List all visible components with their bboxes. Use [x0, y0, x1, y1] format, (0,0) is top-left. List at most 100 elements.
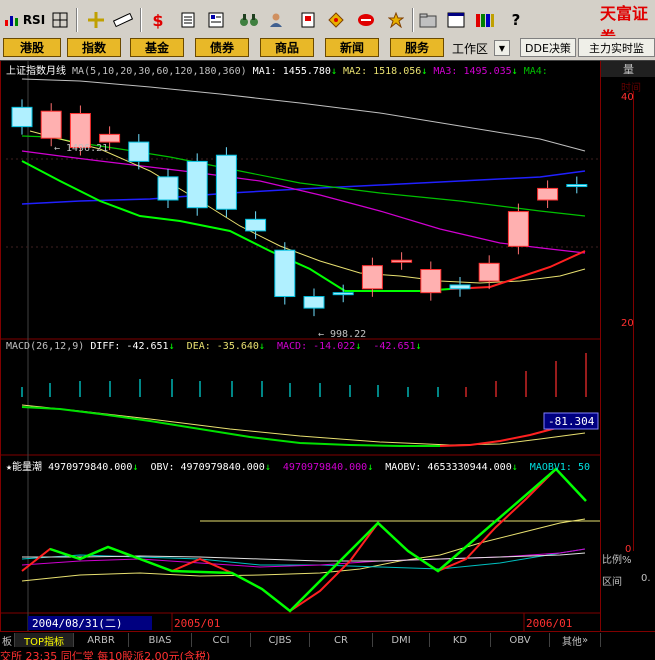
- time-axis-mid: 2005/01: [174, 617, 220, 630]
- nav-fund[interactable]: 基金: [130, 38, 184, 57]
- candle[interactable]: [186, 160, 208, 209]
- obv-title: 能量潮: [12, 462, 43, 473]
- high-marker-value: 1496.21: [66, 143, 108, 154]
- tab-board[interactable]: 板: [0, 633, 15, 648]
- binoculars-icon[interactable]: [238, 9, 260, 31]
- list-icon[interactable]: [206, 9, 226, 31]
- flag-icon[interactable]: [298, 9, 318, 31]
- candle[interactable]: [245, 218, 267, 232]
- macd-value: MACD: -14.022: [277, 341, 356, 352]
- down-arrow-icon: ↓: [330, 66, 337, 77]
- right-panel: 量 时间 40 20 0 比例% 区间 0.: [600, 61, 655, 631]
- candle[interactable]: [128, 141, 150, 162]
- nav-index[interactable]: 指数: [67, 38, 121, 57]
- candle[interactable]: [303, 296, 325, 309]
- ma-params: MA(5,10,20,30,60,120,180,360): [72, 66, 247, 77]
- crosshair-icon[interactable]: [86, 9, 106, 31]
- macd-title: MACD(26,12,9): [6, 341, 85, 352]
- ratio-label: 比例%: [602, 555, 632, 566]
- nav-bar: 港股 指数 基金 债券 商品 新闻 服务 工作区 ▼ DDE决策 主力实时监: [0, 36, 655, 61]
- candle[interactable]: [40, 110, 62, 139]
- macd-diff-green: [21, 406, 440, 447]
- ma1-value: MA1: 1455.780: [252, 66, 331, 77]
- person-icon[interactable]: [266, 9, 286, 31]
- obv-ma-line-magenta: [21, 548, 586, 568]
- rsi-button[interactable]: RSI: [22, 9, 46, 31]
- chevron-right-icon: »: [581, 634, 589, 646]
- ma3-value: MA3: 1495.035: [433, 66, 512, 77]
- tab-other[interactable]: 其他»: [550, 633, 601, 648]
- candle[interactable]: [332, 292, 354, 296]
- ma5-line-red: [449, 250, 586, 290]
- ma-line-magenta: [21, 150, 586, 254]
- down-arrow-icon: ↓: [511, 462, 518, 473]
- dde-decision-button[interactable]: DDE决策: [520, 38, 576, 57]
- candle[interactable]: [537, 187, 559, 201]
- tab-top-indicator[interactable]: TOP指标: [15, 633, 74, 648]
- chart-title: 上证指数月线: [6, 66, 66, 77]
- candle[interactable]: [157, 176, 179, 201]
- obv-line-green: [49, 467, 587, 613]
- candle[interactable]: [420, 269, 442, 294]
- candle[interactable]: [274, 249, 296, 298]
- time-axis-end: 2006/01: [526, 617, 572, 630]
- tab-kd[interactable]: KD: [430, 633, 491, 647]
- candle[interactable]: [449, 284, 471, 290]
- nav-commodity[interactable]: 商品: [260, 38, 314, 57]
- nav-hk-stocks[interactable]: 港股: [3, 38, 61, 57]
- macd-header: MACD(26,12,9) DIFF: -42.651↓, DEA: -35.6…: [6, 341, 428, 352]
- low-marker: ←: [318, 329, 324, 340]
- candle[interactable]: [391, 259, 413, 263]
- nav-bond[interactable]: 债券: [195, 38, 249, 57]
- main-chart-header: 上证指数月线 MA(5,10,20,30,60,120,180,360) MA1…: [6, 62, 548, 77]
- folder-icon[interactable]: [418, 9, 438, 31]
- macd-extra: -42.651: [373, 341, 416, 352]
- dollar-icon[interactable]: $: [148, 9, 168, 31]
- down-arrow-icon: ↓: [168, 341, 175, 352]
- tab-cjbs[interactable]: CJBS: [251, 633, 310, 647]
- ruler-icon[interactable]: [112, 9, 134, 31]
- books-icon[interactable]: [474, 9, 496, 31]
- candle[interactable]: [478, 262, 500, 282]
- macd-dea-line: [21, 404, 586, 446]
- maobv1-value: MAOBV1: 50: [529, 462, 591, 473]
- grid-icon[interactable]: [50, 9, 70, 31]
- candle[interactable]: [507, 211, 529, 247]
- right-panel-header: 量: [601, 61, 655, 77]
- candle[interactable]: [99, 133, 121, 143]
- help-icon[interactable]: ?: [506, 9, 526, 31]
- tab-obv[interactable]: OBV: [491, 633, 550, 647]
- ma-line-blue: [21, 170, 586, 205]
- down-arrow-icon: ↓: [258, 341, 265, 352]
- document-icon[interactable]: [178, 9, 198, 31]
- realtime-monitor-button[interactable]: 主力实时监: [578, 38, 655, 57]
- candle[interactable]: [215, 154, 237, 210]
- down-arrow-icon: ↓: [421, 66, 428, 77]
- candle[interactable]: [361, 265, 383, 290]
- diamond-icon[interactable]: [326, 9, 346, 31]
- tab-bias[interactable]: BIAS: [129, 633, 192, 647]
- toolbar-separator: [412, 8, 414, 32]
- down-arrow-icon: ↓: [264, 462, 271, 473]
- speech-icon[interactable]: [356, 9, 376, 31]
- obv-header: ★能量潮 4970979840.000↓, OBV: 4970979840.00…: [6, 462, 591, 473]
- window-icon[interactable]: [446, 9, 466, 31]
- workarea-dropdown-icon[interactable]: ▼: [494, 40, 510, 56]
- down-arrow-icon: ↓: [367, 462, 374, 473]
- tab-arbr[interactable]: ARBR: [74, 633, 129, 647]
- chart-area[interactable]: ← 1496.21 ← 998.22 -81.304 2004/08/31(二)…: [0, 61, 655, 631]
- down-arrow-icon: ↓: [511, 66, 518, 77]
- low-marker-value: 998.22: [330, 329, 366, 340]
- candle[interactable]: [566, 184, 588, 188]
- tab-cci[interactable]: CCI: [192, 633, 251, 647]
- tab-dmi[interactable]: DMI: [373, 633, 430, 647]
- nav-news[interactable]: 新闻: [325, 38, 379, 57]
- candle[interactable]: [11, 106, 33, 128]
- indicator-icon[interactable]: [2, 9, 20, 31]
- status-text: 交所 23:35 同仁堂 每10股派2.00元(含税): [0, 650, 211, 660]
- tab-cr[interactable]: CR: [310, 633, 373, 647]
- range-label: 区间: [602, 577, 622, 588]
- nav-service[interactable]: 服务: [390, 38, 444, 57]
- macd-dea: DEA: -35.640: [186, 341, 259, 352]
- star-icon[interactable]: [386, 9, 406, 31]
